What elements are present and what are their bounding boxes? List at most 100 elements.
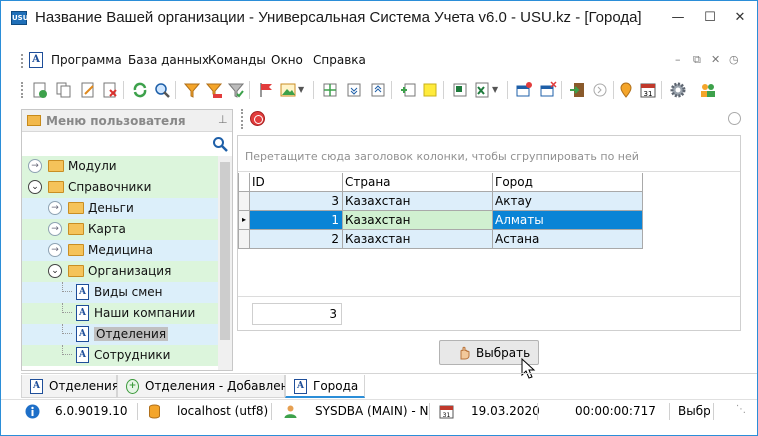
table-row[interactable]: 3 Казахстан Актау — [238, 192, 643, 211]
column-header-city[interactable]: Город — [493, 173, 643, 192]
current-row-indicator-icon[interactable]: ▸ — [238, 211, 250, 230]
tree-item[interactable]: A Наши компании — [22, 303, 218, 324]
tab-label: Отделения — [49, 379, 120, 393]
table-row[interactable]: 2 Казахстан Астана — [238, 230, 643, 249]
cell-city[interactable]: Алматы — [493, 211, 643, 230]
cell-country[interactable]: Казахстан — [343, 211, 493, 230]
tree-item[interactable]: ⌄ Организация — [22, 261, 218, 282]
tree-item[interactable]: → Деньги — [22, 198, 218, 219]
new-record-icon[interactable] — [31, 81, 49, 99]
status-separator — [713, 403, 714, 420]
tree-item[interactable]: → Карта — [22, 219, 218, 240]
tree-item[interactable]: → Медицина — [22, 240, 218, 261]
search-icon[interactable] — [153, 81, 171, 99]
tree-item[interactable]: A Отделения — [22, 324, 218, 345]
excel-icon[interactable] — [473, 81, 491, 99]
group-by-panel[interactable]: Перетащите сюда заголовок колонки, чтобы… — [238, 136, 740, 172]
tree-item[interactable]: → Модули — [22, 156, 218, 177]
cell-id[interactable]: 2 — [250, 230, 343, 249]
collapse-node-icon[interactable]: ⌄ — [48, 264, 62, 278]
folder-icon — [68, 223, 84, 235]
user-menu-header: Меню пользователя ⊥ — [22, 110, 232, 132]
close-icon[interactable]: ✕ — [725, 7, 755, 29]
cell-id[interactable]: 3 — [250, 192, 343, 211]
column-header-country[interactable]: Страна — [343, 173, 493, 192]
scrollbar-thumb[interactable] — [220, 162, 230, 340]
mdi-close-icon[interactable]: ✕ — [711, 53, 720, 66]
row-indicator[interactable] — [238, 230, 250, 249]
table-row[interactable]: ▸ 1 Казахстан Алматы — [238, 211, 643, 230]
refresh-icon[interactable] — [131, 81, 149, 99]
new-window-icon[interactable] — [515, 81, 533, 99]
cell-country[interactable]: Казахстан — [343, 230, 493, 249]
user-menu-search[interactable] — [22, 132, 232, 156]
mdi-options-icon[interactable]: ◷ — [729, 53, 739, 66]
group-by-hint: Перетащите сюда заголовок колонки, чтобы… — [245, 150, 639, 163]
collapse-icon[interactable] — [345, 81, 363, 99]
tab-departments[interactable]: A Отделения — [21, 375, 120, 398]
settings-icon[interactable] — [669, 81, 687, 99]
filter-clear-icon[interactable] — [205, 81, 223, 99]
minimize-icon[interactable]: — — [663, 7, 693, 29]
flag-icon[interactable] — [257, 81, 275, 99]
expand-icon[interactable] — [369, 81, 387, 99]
close-window-icon[interactable] — [539, 81, 557, 99]
image-icon[interactable] — [279, 81, 297, 99]
add-row-icon[interactable] — [399, 81, 417, 99]
edit-icon[interactable] — [79, 81, 97, 99]
forward-icon[interactable] — [591, 81, 609, 99]
tree-item[interactable]: A Сотрудники — [22, 345, 218, 366]
cell-city[interactable]: Актау — [493, 192, 643, 211]
mdi-minimize-icon[interactable]: – — [675, 53, 681, 66]
expand-node-icon[interactable]: → — [48, 222, 62, 236]
pin-icon[interactable]: ⊥ — [218, 113, 228, 126]
toolbar-separator — [661, 81, 662, 99]
expand-node-icon[interactable]: → — [28, 159, 42, 173]
tab-cities[interactable]: A Города — [285, 375, 365, 398]
columns-icon[interactable] — [321, 81, 339, 99]
toolbar-separator — [249, 81, 250, 99]
tree-scrollbar[interactable] — [218, 156, 232, 370]
panel-options-icon[interactable] — [728, 112, 741, 125]
menu-item-window[interactable]: Окно — [271, 53, 303, 67]
expand-node-icon[interactable]: → — [48, 243, 62, 257]
menu-item-program[interactable]: Программа — [51, 53, 122, 67]
resize-grip-icon[interactable]: ⋱ — [736, 404, 746, 415]
tree-item[interactable]: A Виды смен — [22, 282, 218, 303]
tree-connector — [62, 345, 72, 355]
mdi-restore-icon[interactable]: ⧉ — [693, 53, 701, 67]
menu-item-help[interactable]: Справка — [313, 53, 366, 67]
filter-icon[interactable] — [183, 81, 201, 99]
delete-icon[interactable] — [101, 81, 119, 99]
maximize-icon[interactable]: ☐ — [695, 7, 725, 29]
cell-city[interactable]: Астана — [493, 230, 643, 249]
exit-icon[interactable] — [569, 81, 587, 99]
calendar-icon[interactable]: 31 — [639, 81, 657, 99]
close-form-icon[interactable] — [250, 111, 265, 126]
location-icon[interactable] — [617, 81, 635, 99]
cell-id[interactable]: 1 — [250, 211, 343, 230]
database-text: localhost (utf8) — [177, 404, 269, 418]
menu-item-commands[interactable]: Команды — [208, 53, 266, 67]
copy-icon[interactable] — [55, 81, 73, 99]
collapse-node-icon[interactable]: ⌄ — [28, 180, 42, 194]
tab-departments-add[interactable]: + Отделения - Добавление — [117, 375, 304, 398]
export-excel-icon[interactable] — [451, 81, 469, 99]
folder-icon — [27, 115, 41, 126]
filter-settings-icon[interactable] — [227, 81, 245, 99]
row-indicator[interactable] — [238, 192, 250, 211]
panel-grip — [241, 109, 243, 129]
toolbar-separator — [561, 81, 562, 99]
document-icon[interactable]: A — [29, 52, 43, 68]
search-icon[interactable] — [212, 136, 228, 152]
folder-icon — [48, 181, 64, 193]
users-icon[interactable] — [699, 81, 717, 99]
toolbar-grip[interactable] — [21, 82, 23, 98]
menu-item-database[interactable]: База данных — [128, 53, 209, 67]
menu-grip[interactable] — [21, 54, 23, 68]
expand-node-icon[interactable]: → — [48, 201, 62, 215]
note-icon[interactable] — [421, 81, 439, 99]
column-header-id[interactable]: ID — [250, 173, 343, 192]
cell-country[interactable]: Казахстан — [343, 192, 493, 211]
tree-item[interactable]: ⌄ Справочники — [22, 177, 218, 198]
